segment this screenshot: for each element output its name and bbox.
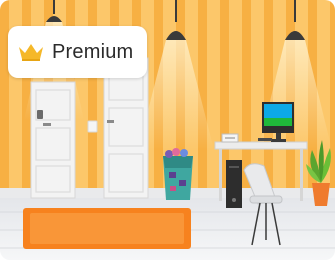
- crown-icon: [19, 44, 43, 61]
- door-left: [30, 81, 76, 199]
- books: [221, 133, 239, 143]
- room-card[interactable]: Premium: [0, 0, 335, 260]
- pc-tower: [226, 160, 242, 208]
- light-switch: [87, 120, 98, 133]
- premium-badge[interactable]: Premium: [8, 26, 148, 78]
- rug: [23, 208, 191, 249]
- door-right: [103, 57, 149, 199]
- premium-label: Premium: [52, 40, 134, 63]
